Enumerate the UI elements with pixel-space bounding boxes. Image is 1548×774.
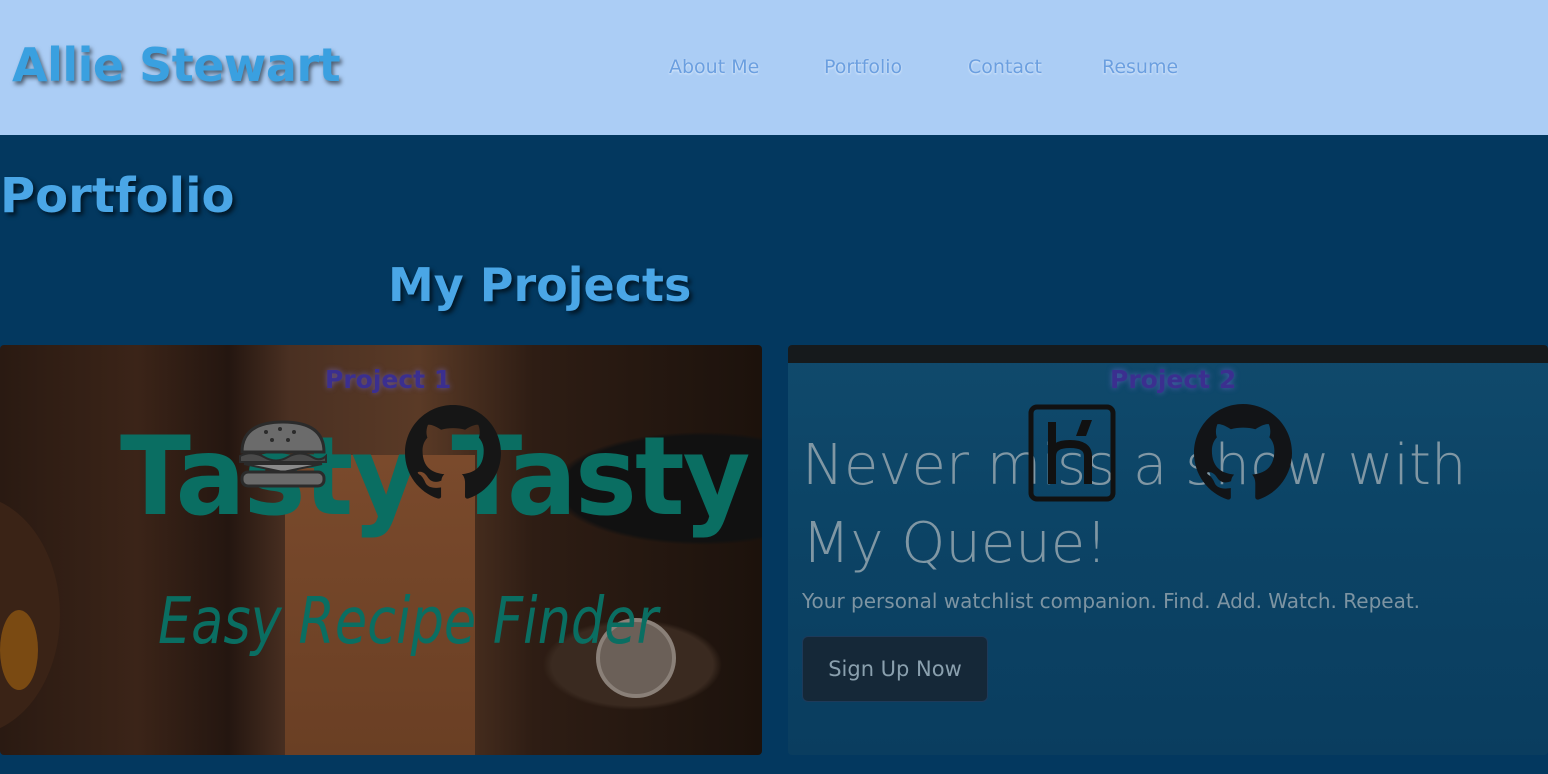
burger-icon[interactable] <box>236 420 330 494</box>
project-image-subtitle: Easy Recipe Finder <box>158 585 659 659</box>
project-card-2[interactable]: Never miss a show with My Queue! Your pe… <box>788 345 1548 755</box>
heroku-icon[interactable] <box>1028 404 1116 506</box>
site-header: Allie Stewart About Me Portfolio Contact… <box>0 0 1548 135</box>
nav-portfolio[interactable]: Portfolio <box>824 56 902 78</box>
project-card-1[interactable]: Tasty Tasty Easy Recipe Finder Project 1 <box>0 345 762 755</box>
project-label: Project 1 <box>325 365 452 394</box>
brand-name[interactable]: Allie Stewart <box>12 38 341 92</box>
project-image-title: Never miss a show with My Queue! <box>802 433 1467 576</box>
nav-resume[interactable]: Resume <box>1102 56 1178 78</box>
sign-up-button[interactable]: Sign Up Now <box>802 636 988 702</box>
github-icon[interactable] <box>1194 404 1292 506</box>
nav-about-me[interactable]: About Me <box>669 56 759 78</box>
project-image-subtitle: Your personal watchlist companion. Find.… <box>802 589 1421 613</box>
browser-bar <box>788 345 1548 363</box>
github-icon[interactable] <box>405 405 501 505</box>
page-title: Portfolio <box>0 168 235 224</box>
section-title: My Projects <box>388 258 692 312</box>
fruit-shape <box>0 610 38 690</box>
project-label: Project 2 <box>1110 365 1237 394</box>
nav-contact[interactable]: Contact <box>968 56 1042 78</box>
